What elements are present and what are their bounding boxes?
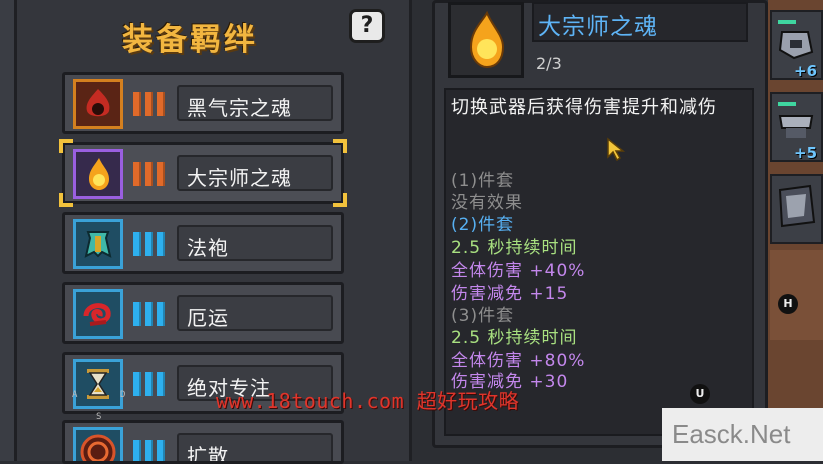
panel-title: 装备羁绊 xyxy=(122,22,258,58)
weapon-slot[interactable] xyxy=(770,174,823,244)
selection-corner xyxy=(59,139,73,153)
set-item-grandmaster[interactable]: 大宗师之魂 xyxy=(59,139,347,207)
cursor-icon xyxy=(607,137,626,162)
key-hint: A xyxy=(72,390,78,400)
tier-header: (2)件套 xyxy=(451,215,515,235)
upgrade-level: +6 xyxy=(794,62,818,80)
weapon-icon xyxy=(778,184,816,228)
set-tier-bars xyxy=(131,90,169,118)
red-swirl-icon xyxy=(73,289,123,339)
key-hint-h: H xyxy=(778,294,798,314)
target-ring-icon xyxy=(73,427,123,461)
robe-icon xyxy=(73,219,123,269)
set-name: 大宗师之魂 xyxy=(187,166,292,190)
set-item-robe[interactable]: 法袍 xyxy=(62,212,344,274)
dark-flame-icon xyxy=(73,79,123,129)
set-item-black-qi[interactable]: 黑气宗之魂 xyxy=(62,72,344,134)
selection-corner xyxy=(333,139,347,153)
set-name-box: 扩散 xyxy=(177,433,333,464)
help-button[interactable]: ? xyxy=(349,9,385,43)
set-item-diffuse[interactable]: 扩散 xyxy=(62,420,344,464)
set-name-box: 大宗师之魂 xyxy=(177,155,333,191)
selection-corner xyxy=(59,193,73,207)
set-tier-bars xyxy=(131,438,169,461)
set-name: 黑气宗之魂 xyxy=(187,96,292,120)
set-tier-bars xyxy=(131,160,169,188)
set-name-box: 厄运 xyxy=(177,295,333,331)
set-name: 厄运 xyxy=(187,306,229,330)
tier-effect: 2.5 秒持续时间 xyxy=(451,328,578,348)
set-name: 扩散 xyxy=(187,444,229,464)
golden-flame-icon xyxy=(448,2,524,78)
wood-panel xyxy=(770,250,823,340)
key-hint: D xyxy=(120,390,126,400)
selection-corner xyxy=(333,193,347,207)
set-tier-bars xyxy=(131,300,169,328)
set-item-doom[interactable]: 厄运 xyxy=(62,282,344,344)
set-piece-count: 2/3 xyxy=(536,54,562,73)
tier-effect: 2.5 秒持续时间 xyxy=(451,238,578,258)
tier-effect: 全体伤害 +40% xyxy=(451,261,586,281)
set-description: 切换武器后获得伤害提升和减伤 xyxy=(451,97,717,118)
set-tier-bars xyxy=(131,230,169,258)
upgrade-level: +5 xyxy=(794,144,818,162)
golden-flame-icon xyxy=(73,149,123,199)
weapon-slot[interactable]: +6 xyxy=(770,10,823,80)
detail-title: 大宗师之魂 xyxy=(538,14,658,40)
set-name-box: 黑气宗之魂 xyxy=(177,85,333,121)
key-hint-u: U xyxy=(690,384,710,404)
set-tier-bars xyxy=(131,370,169,398)
set-name: 法袍 xyxy=(187,236,229,260)
hourglass-icon xyxy=(73,359,123,409)
set-name-box: 法袍 xyxy=(177,225,333,261)
key-hint: S xyxy=(96,412,102,422)
watermark-text: www.18touch.com 超好玩攻略 xyxy=(216,389,520,413)
site-badge-text: Easck.Net xyxy=(672,419,791,449)
weapon-slot[interactable]: +5 xyxy=(770,92,823,162)
